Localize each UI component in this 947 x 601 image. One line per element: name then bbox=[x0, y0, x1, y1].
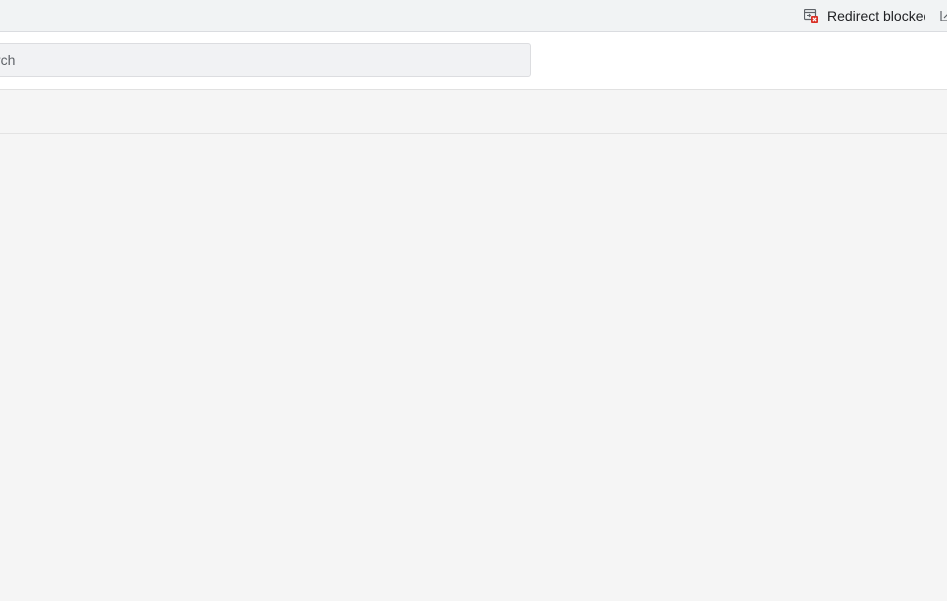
open-in-new-icon[interactable] bbox=[940, 9, 947, 21]
search-box[interactable] bbox=[0, 43, 531, 77]
redirect-blocked-indicator[interactable]: Redirect blocked bbox=[803, 7, 925, 25]
search-input[interactable] bbox=[0, 44, 530, 76]
redirect-blocked-label: Redirect blocked bbox=[827, 8, 925, 24]
redirect-blocked-icon bbox=[803, 8, 818, 23]
browser-toolbar: Redirect blocked bbox=[0, 0, 947, 32]
content-area bbox=[0, 134, 947, 601]
toolbar-strip bbox=[0, 90, 947, 134]
app-header bbox=[0, 32, 947, 90]
